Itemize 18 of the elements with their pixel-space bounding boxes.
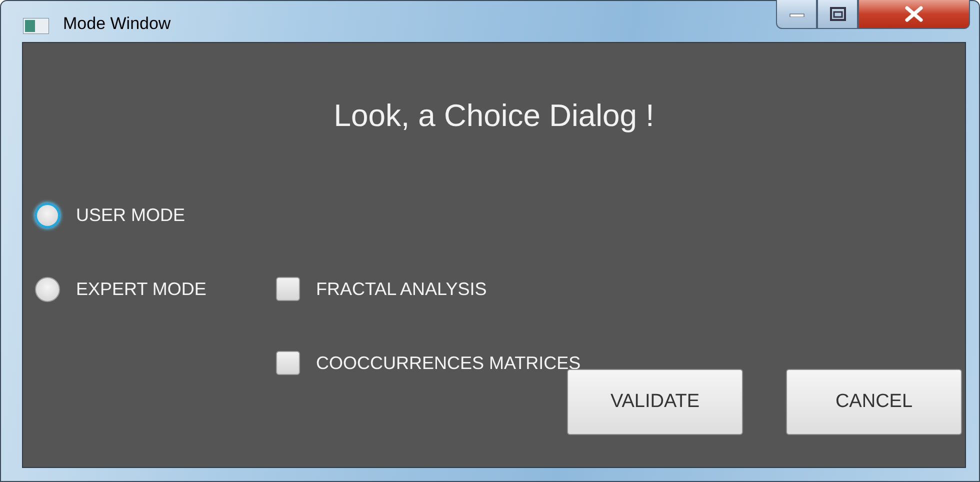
minimize-icon bbox=[788, 11, 804, 17]
maximize-icon bbox=[830, 7, 846, 21]
dialog-heading: Look, a Choice Dialog ! bbox=[332, 97, 656, 135]
close-icon bbox=[904, 6, 924, 22]
app-icon bbox=[23, 18, 49, 34]
radio-label: USER MODE bbox=[76, 204, 186, 226]
checkbox-label: FRACTAL ANALYSIS bbox=[316, 278, 487, 300]
radio-button[interactable] bbox=[35, 202, 60, 228]
validate-button[interactable]: VALIDATE bbox=[567, 369, 743, 435]
cancel-button[interactable]: CANCEL bbox=[786, 369, 962, 435]
checkbox[interactable] bbox=[276, 351, 300, 375]
radio-label: EXPERT MODE bbox=[76, 278, 206, 300]
close-button[interactable] bbox=[858, 0, 970, 29]
minimize-button[interactable] bbox=[776, 0, 817, 29]
maximize-button[interactable] bbox=[817, 0, 858, 29]
window-title: Mode Window bbox=[63, 14, 171, 34]
radio-button[interactable] bbox=[35, 276, 60, 302]
checkbox[interactable] bbox=[276, 277, 300, 301]
